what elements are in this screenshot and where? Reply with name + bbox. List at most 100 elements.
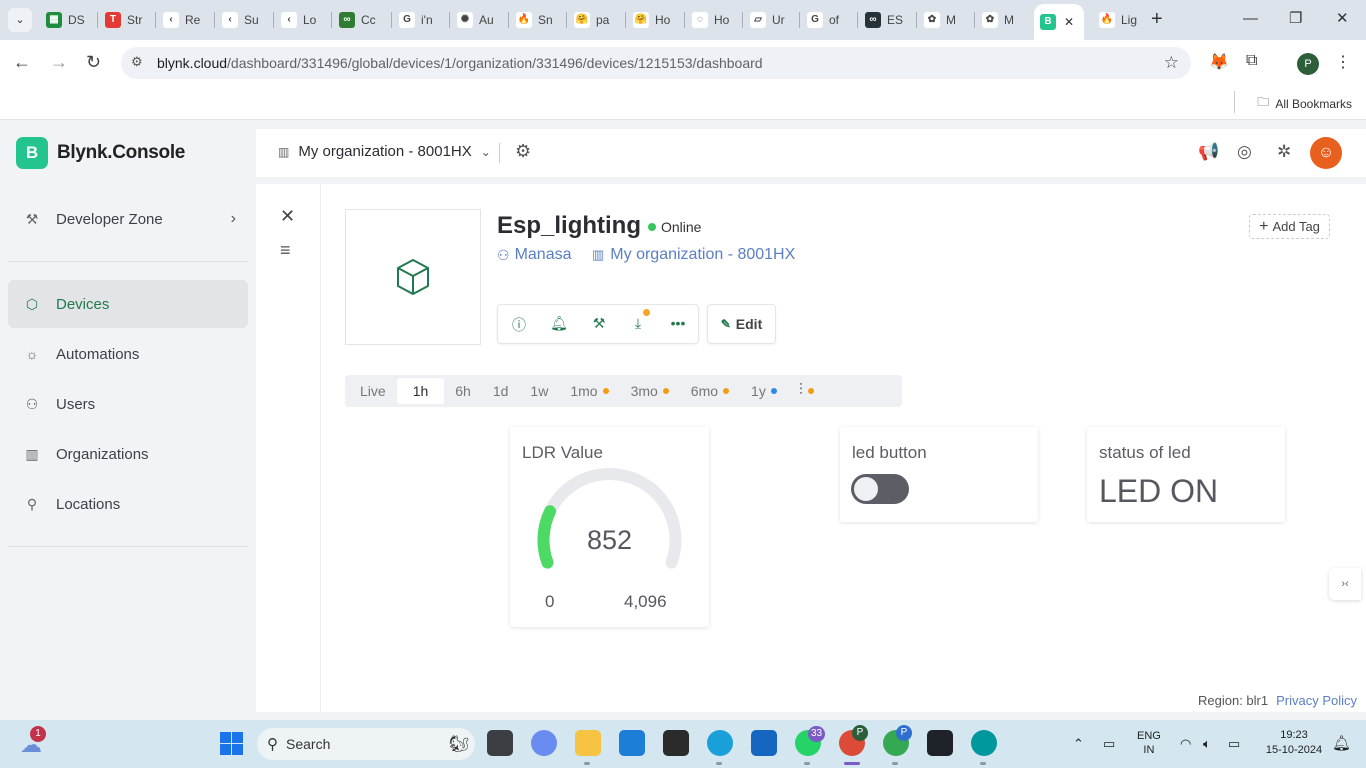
side-panel-toggle-icon[interactable]: ›‹ — [1329, 568, 1361, 600]
browser-tab[interactable]: 🤗 pa — [568, 7, 626, 33]
minimize-icon[interactable]: — — [1243, 9, 1258, 29]
browser-tab[interactable]: 🤗 Ho — [627, 7, 685, 33]
more-options-icon[interactable]: ••• — [668, 315, 688, 335]
clock[interactable]: 19:23 15-10-2024 — [1258, 729, 1330, 756]
browser-tab[interactable]: T Str — [99, 7, 157, 33]
sticky-notes-icon[interactable] — [663, 730, 689, 756]
brand[interactable]: B Blynk.Console — [16, 137, 185, 169]
sidebar-item-developer-zone[interactable]: ⚒ Developer Zone › — [8, 195, 248, 243]
microsoft-store-icon[interactable] — [751, 730, 777, 756]
browser-tab[interactable]: ▱ Ur — [744, 7, 802, 33]
notifications-bell-icon[interactable]: 🔔︎ — [549, 315, 569, 335]
terminal-icon[interactable] — [927, 730, 953, 756]
tab-search-button[interactable]: ⌄ — [8, 8, 32, 32]
browser-tab[interactable]: ∞ ES — [859, 7, 917, 33]
browser-tab[interactable]: ‹ Lo — [275, 7, 333, 33]
metamask-extension-icon[interactable]: 🦊 — [1209, 52, 1229, 72]
sidebar-item-users[interactable]: ⚇ Users — [8, 380, 248, 428]
edit-dashboard-button[interactable]: ✎ Edit — [707, 304, 776, 344]
browser-tab[interactable]: ✺ Au — [451, 7, 509, 33]
address-bar[interactable]: ⚙ blynk.cloud/dashboard/331496/global/de… — [121, 47, 1191, 79]
myhp-icon[interactable] — [619, 730, 645, 756]
arduino-ide-icon[interactable] — [971, 730, 997, 756]
browser-tab[interactable]: ◌ Ho — [686, 7, 744, 33]
bookmark-star-icon[interactable]: ☆ — [1164, 53, 1179, 73]
file-explorer-icon[interactable] — [575, 730, 601, 756]
tray-overflow-chevron-icon[interactable]: ⌃ — [1073, 736, 1084, 752]
organization-selector[interactable]: ▥ My organization - 8001HX ⌄ — [278, 143, 491, 160]
tray-monitor-icon[interactable]: ▭ — [1103, 736, 1115, 752]
dashboard-rail: ✕ ≡ — [256, 184, 321, 712]
new-tab-button[interactable]: + — [1151, 9, 1163, 29]
custom-range-filter[interactable]: ⫶ — [788, 378, 825, 404]
privacy-policy-link[interactable]: Privacy Policy — [1276, 693, 1357, 708]
bug-report-icon[interactable]: ✲ — [1277, 142, 1291, 162]
edge-icon[interactable] — [707, 730, 733, 756]
hamburger-menu-icon[interactable]: ≡ — [280, 240, 291, 261]
app-top-bar: ▥ My organization - 8001HX ⌄ ⚙ 📢 ◎ ✲ ☺ — [256, 129, 1366, 177]
help-lifebuoy-icon[interactable]: ◎ — [1237, 142, 1252, 162]
start-windows-icon[interactable] — [220, 732, 243, 755]
announcements-icon[interactable]: 📢 — [1198, 142, 1219, 162]
extensions-icon[interactable]: ⧉ — [1246, 52, 1257, 70]
ldr-gauge-widget[interactable]: LDR Value 852 0 4,096 — [510, 427, 709, 627]
browser-tab[interactable]: 🔥 Lig — [1093, 7, 1151, 33]
browser-tab[interactable]: ✿ M — [918, 7, 976, 33]
time-range-Live[interactable]: Live — [349, 378, 397, 404]
browser-tab[interactable]: 🔥 Sn — [510, 7, 568, 33]
browser-tab[interactable]: ‹ Re — [157, 7, 215, 33]
task-view-icon[interactable] — [487, 730, 513, 756]
device-image[interactable] — [345, 209, 481, 345]
time-range-1y[interactable]: 1y — [740, 378, 788, 404]
time-range-6h[interactable]: 6h — [444, 378, 482, 404]
developer-tools-icon[interactable]: ⚒ — [589, 315, 609, 335]
wifi-icon[interactable]: ◠ — [1180, 736, 1191, 752]
browser-tab[interactable]: ▦ DS — [40, 7, 98, 33]
browser-tab[interactable]: Gi'n — [393, 7, 451, 33]
taskbar-search-input[interactable]: ⚲ Search 🐿 — [257, 728, 475, 760]
back-icon[interactable]: ← — [13, 52, 31, 72]
add-tag-button[interactable]: + Add Tag — [1249, 214, 1330, 239]
url-text[interactable]: blynk.cloud/dashboard/331496/global/devi… — [157, 55, 763, 71]
time-range-6mo[interactable]: 6mo — [680, 378, 740, 404]
device-owner-link[interactable]: ⚇ Manasa — [497, 246, 571, 264]
tab-favicon-icon: ✺ — [457, 12, 473, 28]
reload-icon[interactable]: ↻ — [86, 52, 101, 72]
device-dashboard: ✕ ≡ Esp_lighting Online ⚇ Manasa ▥ My or… — [256, 184, 1366, 712]
all-bookmarks-button[interactable]: 🗀 All Bookmarks — [1257, 93, 1352, 114]
sidebar-item-locations[interactable]: ⚲ Locations — [8, 480, 248, 528]
browser-menu-icon[interactable]: ⋮ — [1335, 52, 1351, 72]
sidebar-item-organizations[interactable]: ▥ Organizations — [8, 430, 248, 478]
led-toggle-switch[interactable] — [851, 474, 909, 504]
info-icon[interactable]: ⓘ — [509, 315, 529, 335]
browser-tab[interactable]: B ✕ — [1034, 4, 1084, 40]
download-icon[interactable]: ⤓ — [628, 309, 650, 335]
restore-icon[interactable]: ❐ — [1289, 9, 1302, 29]
browser-tab[interactable]: ‹ Su — [216, 7, 274, 33]
settings-gear-icon[interactable]: ⚙ — [515, 141, 531, 162]
time-range-1w[interactable]: 1w — [519, 378, 559, 404]
volume-icon[interactable]: 🔈︎ — [1203, 736, 1211, 752]
sidebar-item-automations[interactable]: ☼ Automations — [8, 330, 248, 378]
browser-tab[interactable]: Gof — [801, 7, 859, 33]
device-organization-link[interactable]: ▥ My organization - 8001HX — [592, 246, 795, 264]
time-range-1h[interactable]: 1h — [396, 378, 445, 404]
tab-title: pa — [596, 13, 610, 27]
user-avatar[interactable]: ☺ — [1310, 137, 1342, 169]
profile-avatar[interactable]: P — [1297, 53, 1319, 75]
copilot-icon[interactable] — [531, 730, 557, 756]
time-range-1d[interactable]: 1d — [482, 378, 520, 404]
time-range-3mo[interactable]: 3mo — [620, 378, 680, 404]
language-indicator[interactable]: ENG IN — [1137, 730, 1161, 756]
time-range-1mo[interactable]: 1mo — [559, 378, 619, 404]
forward-icon[interactable]: → — [50, 52, 68, 72]
sidebar-item-devices[interactable]: ⬡ Devices — [8, 280, 248, 328]
close-icon[interactable]: ✕ — [280, 206, 295, 227]
notification-bell-icon[interactable]: 🔔︎ — [1332, 734, 1351, 752]
tab-close-icon[interactable]: ✕ — [1064, 15, 1074, 29]
close-window-icon[interactable]: ✕ — [1336, 9, 1349, 29]
site-info-icon[interactable]: ⚙ — [131, 54, 149, 72]
browser-tab[interactable]: ✿ M — [976, 7, 1034, 33]
battery-icon[interactable]: ▭ — [1228, 736, 1240, 752]
browser-tab[interactable]: ∞ Cc — [333, 7, 391, 33]
